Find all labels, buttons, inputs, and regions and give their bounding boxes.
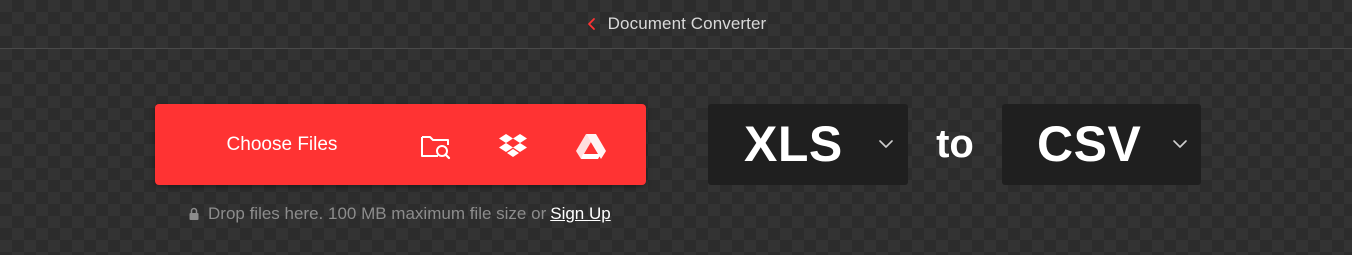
chevron-left-icon[interactable] (586, 17, 598, 31)
upload-button-group: Choose Files (155, 104, 646, 185)
source-format-value: XLS (744, 116, 843, 172)
dropbox-icon[interactable] (497, 130, 529, 162)
chevron-down-icon (879, 140, 893, 148)
folder-search-icon[interactable] (420, 130, 452, 162)
drop-hint: Drop files here. 100 MB maximum file siz… (188, 204, 611, 224)
drop-hint-text: Drop files here. 100 MB maximum file siz… (208, 204, 547, 223)
chevron-down-icon (1173, 140, 1187, 148)
target-format-value: CSV (1037, 116, 1142, 172)
google-drive-icon[interactable] (575, 130, 607, 162)
sign-up-link[interactable]: Sign Up (550, 204, 610, 224)
choose-files-button[interactable]: Choose Files (155, 104, 409, 185)
lock-icon (189, 207, 199, 220)
source-format-select[interactable]: XLS (708, 104, 908, 185)
target-format-select[interactable]: CSV (1002, 104, 1201, 185)
to-connector: to (936, 122, 974, 166)
top-bar: Document Converter (0, 0, 1352, 49)
breadcrumb[interactable]: Document Converter (586, 14, 767, 34)
page-title[interactable]: Document Converter (608, 14, 767, 34)
